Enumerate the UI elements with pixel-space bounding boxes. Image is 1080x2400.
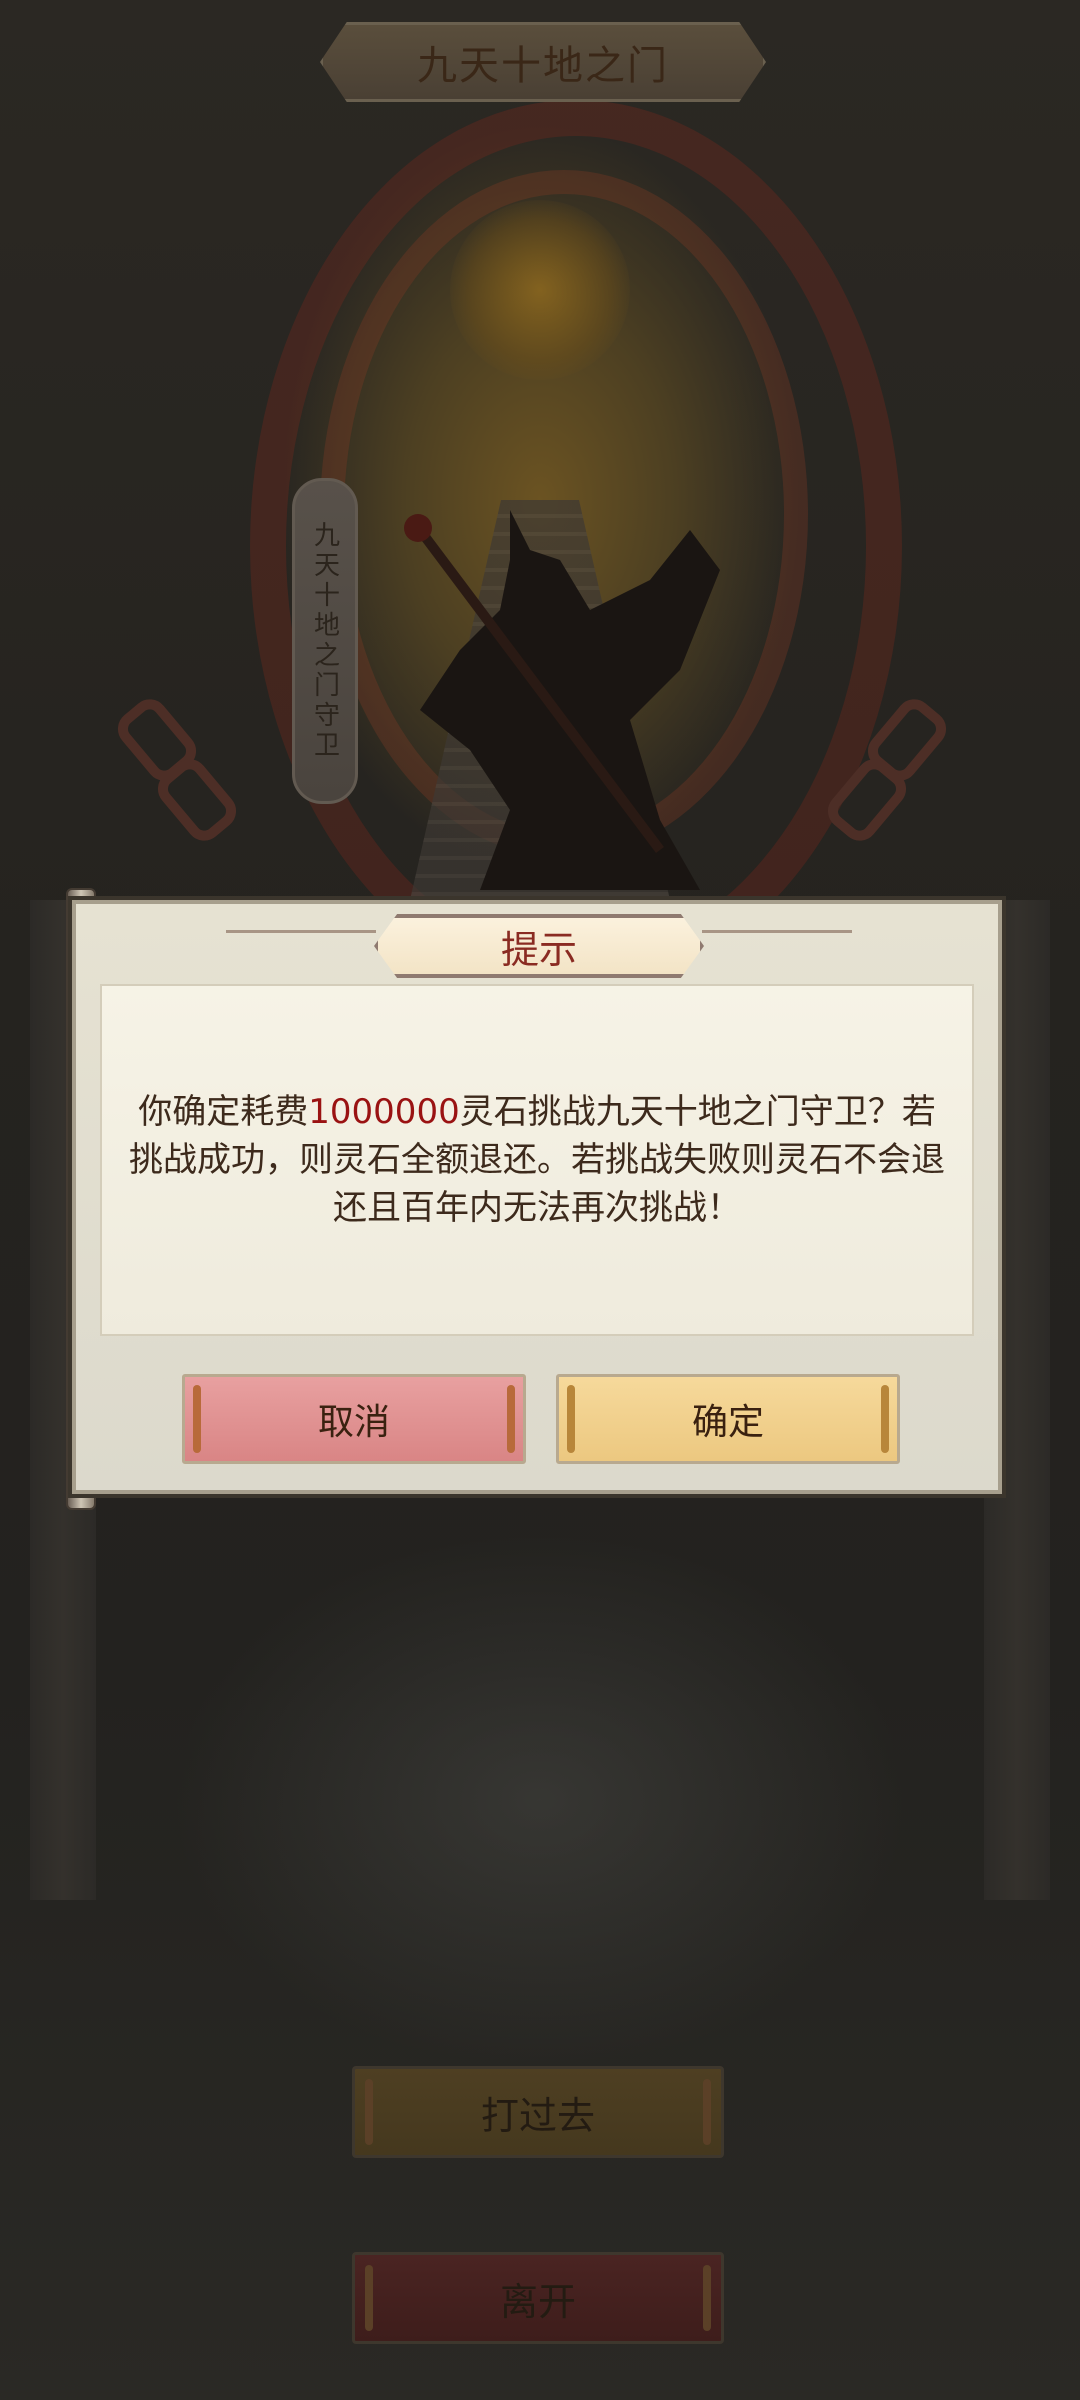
guard-silhouette bbox=[404, 510, 720, 890]
title-divider-right bbox=[702, 930, 852, 933]
fight-button-label: 打过去 bbox=[480, 2093, 595, 2138]
scene-title: 九天十地之门 bbox=[417, 43, 669, 89]
confirm-button[interactable]: 确定 bbox=[556, 1374, 900, 1464]
guard-name-banner: 九天十地之门守卫 bbox=[292, 478, 358, 804]
dialog-title-plate: 提示 bbox=[374, 914, 704, 978]
confirm-dialog: 提示 你确定耗费1000000灵石挑战九天十地之门守卫？若挑战成功，则灵石全额退… bbox=[72, 900, 1002, 1494]
stone-cost-amount: 1000000 bbox=[308, 1092, 460, 1132]
message-prefix: 你确定耗费 bbox=[138, 1092, 309, 1132]
dialog-message-panel: 你确定耗费1000000灵石挑战九天十地之门守卫？若挑战成功，则灵石全额退还。若… bbox=[100, 984, 974, 1336]
confirm-button-label: 确定 bbox=[691, 1402, 764, 1443]
cancel-button-label: 取消 bbox=[317, 1402, 390, 1443]
title-divider-left bbox=[226, 930, 376, 933]
portal-glow bbox=[450, 200, 630, 380]
dialog-title: 提示 bbox=[500, 927, 577, 972]
guard-name: 九天十地之门守卫 bbox=[309, 521, 340, 761]
leave-button-label: 离开 bbox=[499, 2279, 576, 2324]
fight-button[interactable]: 打过去 bbox=[352, 2066, 724, 2158]
scene-title-plate: 九天十地之门 bbox=[320, 22, 766, 102]
dialog-message: 你确定耗费1000000灵石挑战九天十地之门守卫？若挑战成功，则灵石全额退还。若… bbox=[122, 1088, 952, 1232]
cancel-button[interactable]: 取消 bbox=[182, 1374, 526, 1464]
leave-button[interactable]: 离开 bbox=[352, 2252, 724, 2344]
